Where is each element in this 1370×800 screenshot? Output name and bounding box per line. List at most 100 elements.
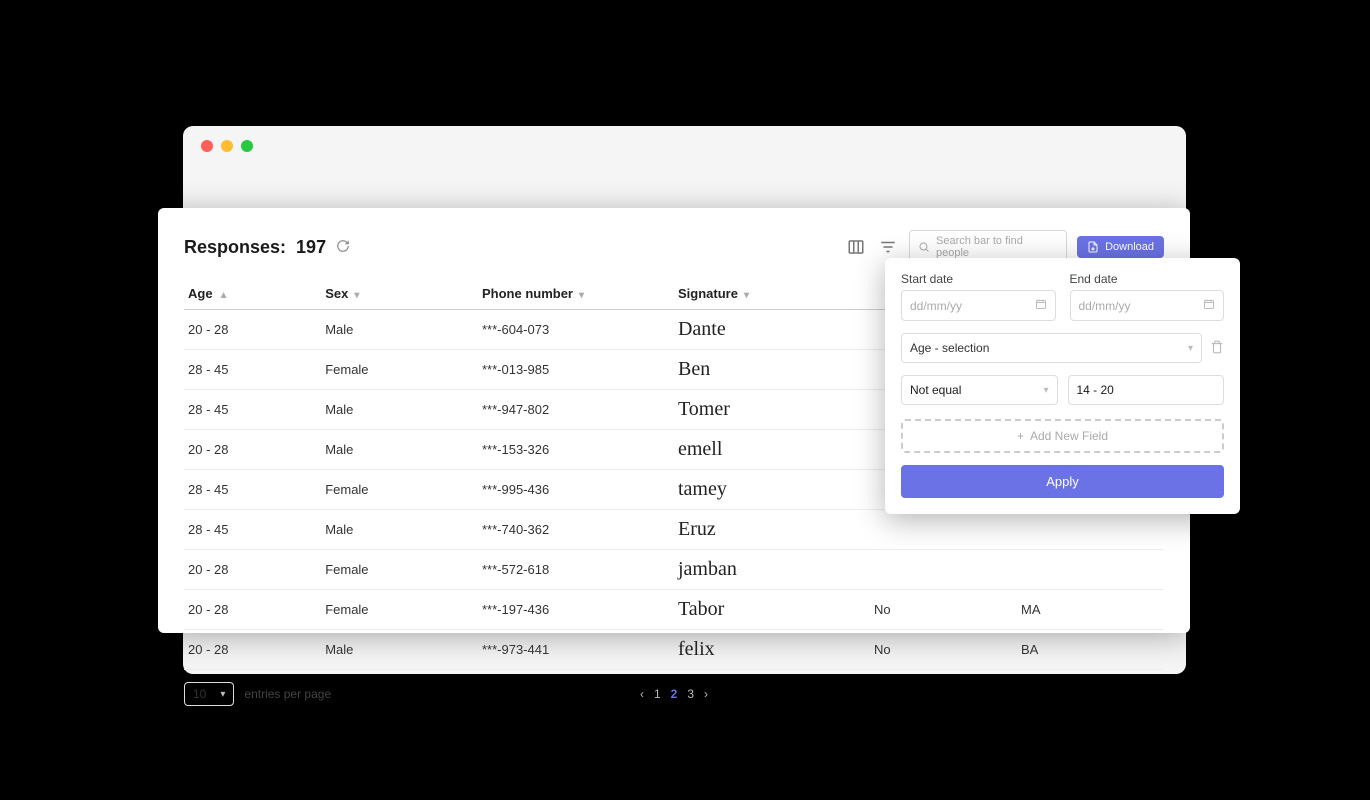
end-date-input[interactable]: dd/mm/yy bbox=[1070, 290, 1225, 321]
cell-age: 20 - 28 bbox=[184, 590, 321, 630]
chevron-down-icon: ▾ bbox=[744, 290, 749, 301]
calendar-icon bbox=[1035, 298, 1047, 313]
cell-phone: ***-197-436 bbox=[478, 590, 674, 630]
cell-5: No bbox=[870, 630, 1017, 670]
page-1[interactable]: 1 bbox=[654, 687, 661, 701]
apply-label: Apply bbox=[1046, 474, 1079, 489]
cell-5 bbox=[870, 510, 1017, 550]
cell-5: No bbox=[870, 590, 1017, 630]
cell-6 bbox=[1017, 550, 1164, 590]
chevron-down-icon: ▾ bbox=[579, 290, 584, 301]
start-date-placeholder: dd/mm/yy bbox=[910, 299, 962, 313]
filter-condition-value: Not equal bbox=[910, 383, 961, 397]
minimize-window-icon[interactable] bbox=[221, 140, 233, 152]
add-field-label: Add New Field bbox=[1030, 429, 1108, 443]
cell-age: 20 - 28 bbox=[184, 430, 321, 470]
filter-icon[interactable] bbox=[877, 236, 899, 258]
search-icon bbox=[918, 241, 930, 253]
page-prev[interactable]: ‹ bbox=[640, 687, 644, 701]
cell-sex: Male bbox=[321, 630, 478, 670]
columns-icon[interactable] bbox=[845, 236, 867, 258]
filter-value-text: 14 - 20 bbox=[1077, 383, 1114, 397]
cell-phone: ***-947-802 bbox=[478, 390, 674, 430]
apply-button[interactable]: Apply bbox=[901, 465, 1224, 498]
cell-phone: ***-995-436 bbox=[478, 470, 674, 510]
filter-popup: Start date dd/mm/yy End date dd/mm/yy Ag… bbox=[885, 258, 1240, 514]
download-button[interactable]: Download bbox=[1077, 236, 1164, 258]
refresh-icon[interactable] bbox=[336, 237, 350, 258]
col-signature[interactable]: Signature▾ bbox=[674, 278, 870, 310]
end-date-label: End date bbox=[1070, 272, 1225, 286]
start-date-input[interactable]: dd/mm/yy bbox=[901, 290, 1056, 321]
cell-phone: ***-973-441 bbox=[478, 630, 674, 670]
cell-sex: Female bbox=[321, 350, 478, 390]
filter-field-value: Age - selection bbox=[910, 341, 989, 355]
cell-signature: emell bbox=[674, 430, 870, 470]
col-age[interactable]: Age▲ bbox=[184, 278, 321, 310]
cell-sex: Female bbox=[321, 470, 478, 510]
cell-sex: Male bbox=[321, 430, 478, 470]
cell-phone: ***-604-073 bbox=[478, 310, 674, 350]
entries-label: entries per page bbox=[244, 687, 331, 701]
cell-phone: ***-153-326 bbox=[478, 430, 674, 470]
trash-icon bbox=[1210, 340, 1224, 354]
cell-age: 28 - 45 bbox=[184, 390, 321, 430]
page-2[interactable]: 2 bbox=[671, 687, 678, 701]
cell-signature: Dante bbox=[674, 310, 870, 350]
chevron-down-icon: ▾ bbox=[1043, 385, 1048, 396]
cell-signature: Ben bbox=[674, 350, 870, 390]
table-row[interactable]: 20 - 28Female***-197-436TaborNoMA bbox=[184, 590, 1164, 630]
cell-signature: Tomer bbox=[674, 390, 870, 430]
delete-filter-button[interactable] bbox=[1210, 340, 1224, 357]
cell-sex: Male bbox=[321, 390, 478, 430]
cell-phone: ***-572-618 bbox=[478, 550, 674, 590]
table-row[interactable]: 20 - 28Male***-973-441felixNoBA bbox=[184, 630, 1164, 670]
col-phone[interactable]: Phone number▾ bbox=[478, 278, 674, 310]
page-3[interactable]: 3 bbox=[687, 687, 694, 701]
calendar-icon bbox=[1203, 298, 1215, 313]
title-count: 197 bbox=[296, 237, 326, 258]
chevron-down-icon: ▾ bbox=[354, 290, 359, 301]
title-prefix: Responses: bbox=[184, 237, 286, 258]
entries-value: 10 bbox=[193, 687, 206, 701]
cell-sex: Female bbox=[321, 590, 478, 630]
chevron-down-icon: ▾ bbox=[220, 689, 225, 700]
cell-age: 28 - 45 bbox=[184, 510, 321, 550]
table-row[interactable]: 28 - 45Male***-740-362Eruz bbox=[184, 510, 1164, 550]
cell-5 bbox=[870, 550, 1017, 590]
table-row[interactable]: 20 - 28Female***-572-618jamban bbox=[184, 550, 1164, 590]
cell-sex: Male bbox=[321, 310, 478, 350]
cell-age: 20 - 28 bbox=[184, 550, 321, 590]
end-date-placeholder: dd/mm/yy bbox=[1079, 299, 1131, 313]
start-date-label: Start date bbox=[901, 272, 1056, 286]
close-window-icon[interactable] bbox=[201, 140, 213, 152]
search-placeholder: Search bar to find people bbox=[936, 235, 1058, 259]
cell-signature: tamey bbox=[674, 470, 870, 510]
cell-age: 20 - 28 bbox=[184, 630, 321, 670]
cell-phone: ***-740-362 bbox=[478, 510, 674, 550]
cell-6: MA bbox=[1017, 590, 1164, 630]
cell-age: 20 - 28 bbox=[184, 310, 321, 350]
filter-condition-select[interactable]: Not equal ▾ bbox=[901, 375, 1058, 405]
cell-6 bbox=[1017, 510, 1164, 550]
maximize-window-icon[interactable] bbox=[241, 140, 253, 152]
panel-title: Responses: 197 bbox=[184, 237, 350, 258]
cell-phone: ***-013-985 bbox=[478, 350, 674, 390]
col-sex[interactable]: Sex▾ bbox=[321, 278, 478, 310]
download-label: Download bbox=[1105, 241, 1154, 253]
download-icon bbox=[1087, 241, 1099, 253]
cell-signature: Eruz bbox=[674, 510, 870, 550]
cell-signature: Tabor bbox=[674, 590, 870, 630]
chevron-down-icon: ▾ bbox=[1188, 343, 1193, 354]
filter-field-select[interactable]: Age - selection ▾ bbox=[901, 333, 1202, 363]
entries-per-page-select[interactable]: 10 ▾ bbox=[184, 682, 234, 706]
page-next[interactable]: › bbox=[704, 687, 708, 701]
pagination: ‹ 123 › bbox=[640, 687, 708, 701]
sort-asc-icon: ▲ bbox=[219, 290, 229, 301]
cell-age: 28 - 45 bbox=[184, 350, 321, 390]
cell-sex: Female bbox=[321, 550, 478, 590]
add-field-button[interactable]: + Add New Field bbox=[901, 419, 1224, 453]
plus-icon: + bbox=[1017, 429, 1024, 443]
filter-value-input[interactable]: 14 - 20 bbox=[1068, 375, 1225, 405]
cell-signature: jamban bbox=[674, 550, 870, 590]
